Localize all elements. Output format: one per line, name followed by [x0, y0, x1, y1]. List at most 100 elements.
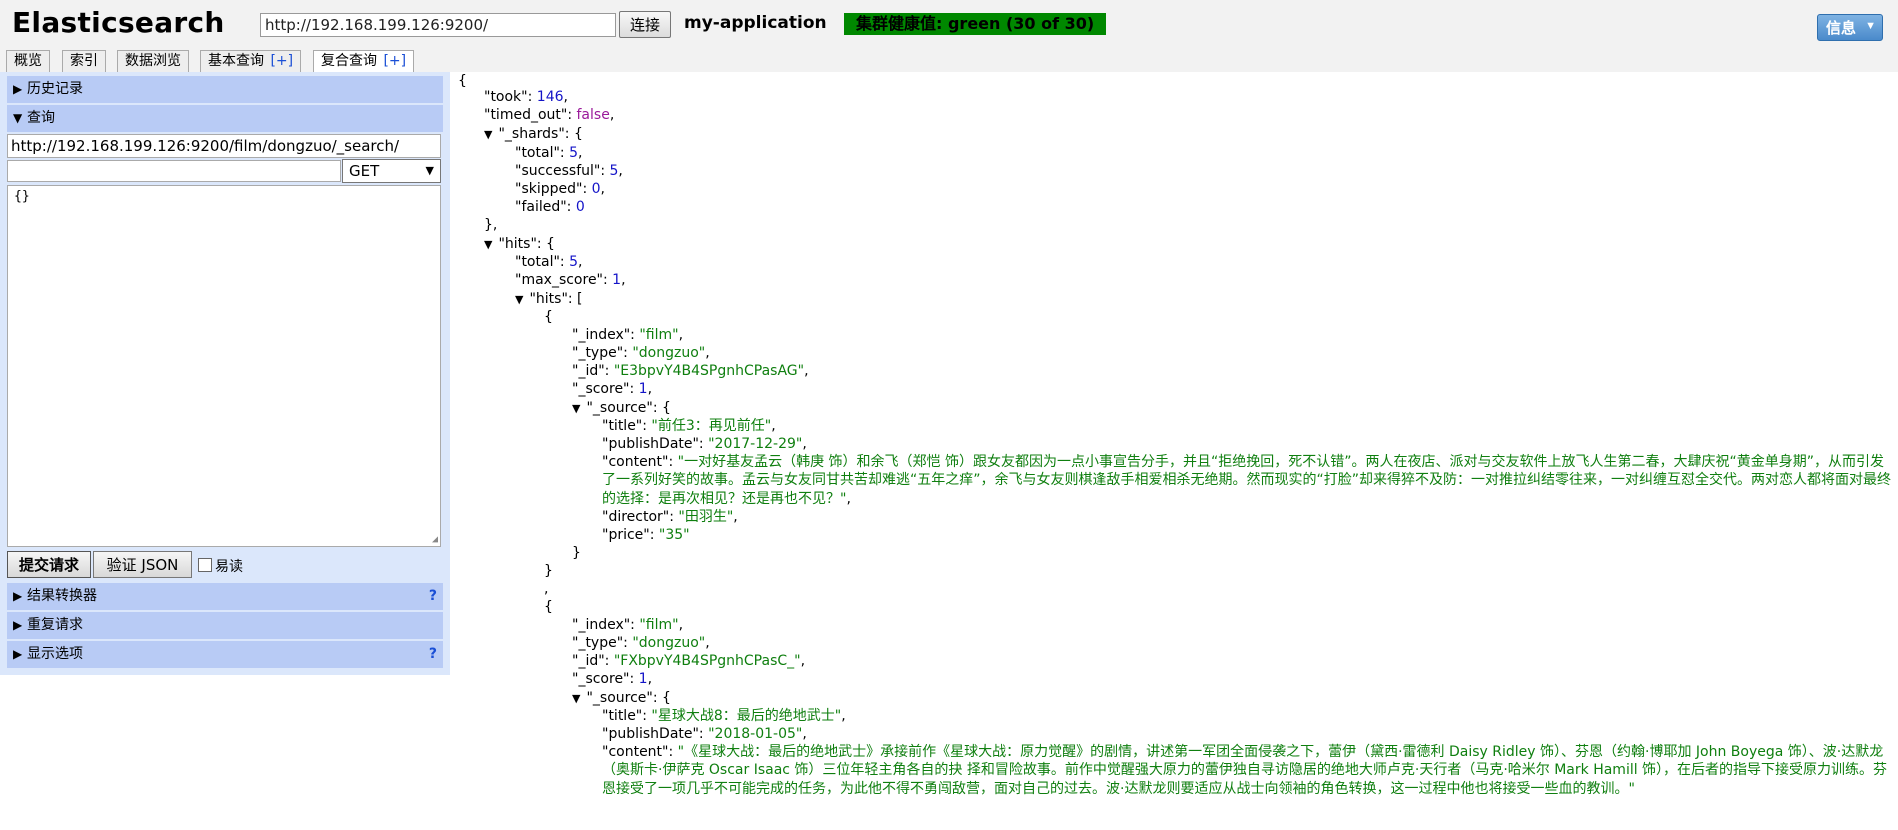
repeat-request-label: 重复请求: [27, 617, 83, 633]
json-brace: }: [572, 545, 581, 561]
result-transformer-label: 结果转换器: [27, 588, 97, 604]
query-path-input[interactable]: [7, 160, 341, 182]
tab-add-button[interactable]: [+]: [383, 53, 406, 69]
method-value: GET: [349, 162, 380, 180]
collapse-toggle-icon[interactable]: ▼: [484, 238, 492, 251]
json-brace: {: [544, 309, 553, 325]
json-hit-index: "_index": "film",: [572, 327, 684, 343]
json-source-publish-date: "publishDate": "2017-12-29",: [602, 436, 807, 452]
json-shards[interactable]: ▼ "_shards": {: [484, 125, 583, 144]
json-value: "dongzuo": [632, 345, 706, 361]
tab-label: 概览: [14, 53, 42, 69]
help-icon[interactable]: ?: [429, 641, 437, 668]
query-label: 查询: [27, 110, 55, 126]
help-icon[interactable]: ?: [429, 583, 437, 610]
chevron-down-icon: ▼: [425, 164, 434, 177]
display-options-label: 显示选项: [27, 646, 83, 662]
display-options-toggle[interactable]: ▶ 显示选项 ?: [7, 641, 443, 668]
json-source-price: "price": "35": [602, 527, 690, 543]
json-brace: {: [458, 73, 467, 89]
query-section-toggle[interactable]: ▼ 查询: [7, 105, 443, 132]
triangle-right-icon: ▶: [13, 82, 23, 96]
json-value: 5: [609, 163, 619, 179]
triangle-down-icon: ▼: [13, 111, 23, 125]
tab-basic-query[interactable]: 基本查询 [+]: [200, 50, 302, 72]
json-shards-successful: "successful": 5,: [515, 163, 623, 179]
json-brace: }: [544, 563, 553, 579]
tab-label: 基本查询: [208, 53, 264, 69]
triangle-right-icon: ▶: [13, 589, 23, 603]
repeat-request-toggle[interactable]: ▶ 重复请求: [7, 612, 443, 639]
json-shards-failed: "failed": 0: [515, 199, 585, 215]
json-max-score: "max_score": 1,: [515, 272, 626, 288]
json-hit-source[interactable]: ▼ "_source": {: [572, 689, 671, 708]
json-value: "《星球大战：最后的绝地武士》承接前作《星球大战：原力觉醒》的剧情，讲述第一军团…: [602, 744, 1888, 797]
tab-add-button[interactable]: [+]: [270, 53, 293, 69]
connect-button[interactable]: 连接: [619, 11, 671, 38]
history-label: 历史记录: [27, 81, 83, 97]
json-value: "film": [639, 327, 679, 343]
triangle-right-icon: ▶: [13, 647, 23, 661]
info-label: 信息: [1826, 20, 1857, 37]
json-hit-score: "_score": 1,: [572, 381, 653, 397]
json-value: "田羽生": [678, 509, 734, 525]
http-method-select[interactable]: GET ▼: [342, 159, 441, 183]
collapse-toggle-icon[interactable]: ▼: [572, 692, 580, 705]
submit-request-button[interactable]: 提交请求: [7, 551, 91, 578]
cluster-name: my-application: [684, 13, 827, 33]
tab-compound-query[interactable]: 复合查询 [+]: [313, 50, 415, 73]
app-title: Elasticsearch: [12, 6, 225, 39]
json-value: "dongzuo": [632, 635, 706, 651]
query-body-textarea[interactable]: {} ◢: [7, 185, 441, 547]
json-hits[interactable]: ▼ "hits": {: [484, 235, 555, 254]
info-menu-button[interactable]: 信息 ▼: [1817, 14, 1883, 41]
collapse-toggle-icon[interactable]: ▼: [572, 402, 580, 415]
query-url-input[interactable]: [7, 134, 441, 158]
json-source-title: "title": "星球大战8：最后的绝地武士",: [602, 708, 846, 724]
json-value: 1: [638, 671, 648, 687]
json-value: "FXbpvY4B4SPgnhCPasC_": [613, 653, 801, 669]
json-value: "E3bpvY4B4SPgnhCPasAG": [613, 363, 805, 379]
json-value: "2018-01-05": [708, 726, 803, 742]
json-value: 1: [638, 381, 648, 397]
json-hit-index: "_index": "film",: [572, 617, 684, 633]
json-source-content: "content": "《星球大战：最后的绝地武士》承接前作《星球大战：原力觉醒…: [602, 744, 1888, 797]
triangle-right-icon: ▶: [13, 618, 23, 632]
json-shards-skipped: "skipped": 0,: [515, 181, 605, 197]
json-hit-source[interactable]: ▼ "_source": {: [572, 399, 671, 418]
tab-indices[interactable]: 索引: [62, 50, 106, 72]
json-value: 5: [569, 254, 578, 270]
tab-browser[interactable]: 数据浏览: [117, 50, 189, 72]
json-value: "2017-12-29": [708, 436, 803, 452]
validate-json-button[interactable]: 验证 JSON: [93, 551, 192, 578]
query-body-text: {}: [14, 189, 30, 204]
json-took: "took": 146,: [484, 89, 568, 105]
json-value: "film": [639, 617, 679, 633]
json-value: "前任3：再见前任": [651, 418, 772, 434]
json-shards-total: "total": 5,: [515, 145, 583, 161]
tab-overview[interactable]: 概览: [6, 50, 50, 72]
collapse-toggle-icon[interactable]: ▼: [484, 128, 492, 141]
chevron-down-icon: ▼: [1865, 20, 1876, 32]
json-result-view: { "took": 146, "timed_out": false, ▼ "_sh…: [458, 72, 1898, 830]
result-transformer-toggle[interactable]: ▶ 结果转换器 ?: [7, 583, 443, 610]
json-value: "星球大战8：最后的绝地武士": [651, 708, 842, 724]
json-value: 1: [612, 272, 622, 288]
json-value: "35": [658, 527, 690, 543]
json-source-title: "title": "前任3：再见前任",: [602, 418, 776, 434]
pretty-print-checkbox[interactable]: [198, 558, 212, 572]
cluster-url-input[interactable]: [260, 13, 616, 37]
json-value: 0: [575, 199, 585, 215]
json-brace: },: [484, 217, 498, 233]
collapse-toggle-icon[interactable]: ▼: [515, 293, 523, 306]
json-value: 5: [569, 145, 578, 161]
json-hits-array[interactable]: ▼ "hits": [: [515, 290, 583, 309]
history-section-toggle[interactable]: ▶ 历史记录: [7, 76, 443, 103]
resize-grip-icon[interactable]: ◢: [432, 534, 438, 545]
json-hits-total: "total": 5,: [515, 254, 583, 270]
pretty-print-option[interactable]: 易读: [198, 556, 243, 576]
pretty-print-label: 易读: [215, 559, 243, 575]
cluster-health-badge: 集群健康值: green (30 of 30): [844, 13, 1107, 35]
tab-label: 复合查询: [321, 53, 377, 69]
json-value: 0: [591, 181, 601, 197]
